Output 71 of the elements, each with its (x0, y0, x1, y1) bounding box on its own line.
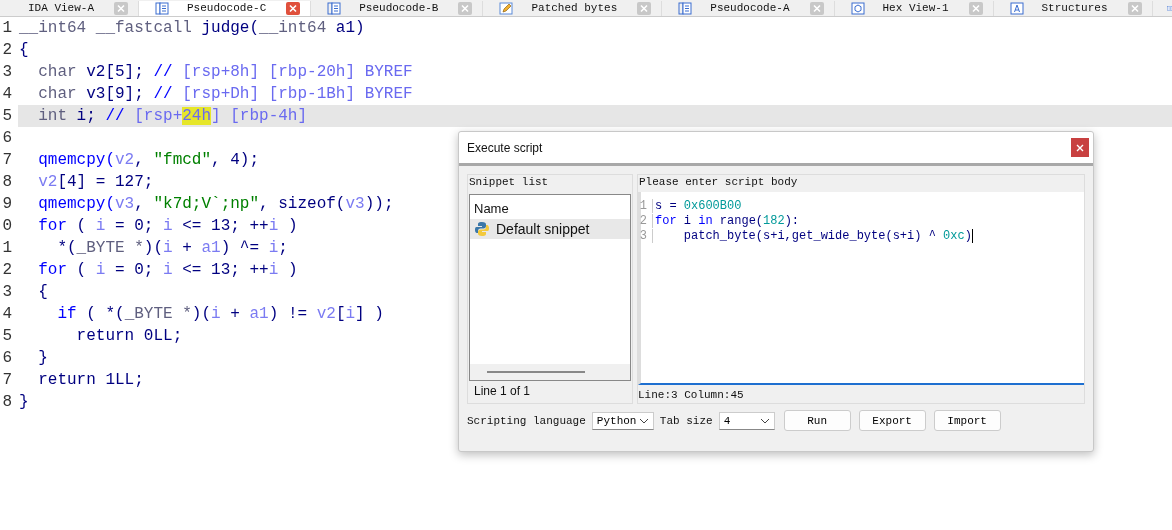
code-line: qmemcpy(v2, "fmcd", 4); (37, 151, 260, 169)
status-text: Line:3 Column:45 (638, 388, 745, 403)
document-icon (678, 1, 693, 15)
snippet-list-label: Snippet list (468, 175, 550, 190)
code-line: qmemcpy(v3, "k7d;V`;np", sizeof(v3)); (37, 195, 394, 213)
script-body-label: Please enter script body (638, 175, 799, 190)
python-icon (474, 221, 490, 237)
code-line: return 1LL; (37, 371, 144, 389)
dialog-title: Execute script (467, 140, 543, 155)
code-line: return 0LL; (75, 327, 183, 345)
code-line: { (37, 283, 48, 301)
tab[interactable]: IDA View-A (0, 0, 139, 16)
dialog-button[interactable]: Run (783, 410, 851, 431)
line-number: 2 (638, 213, 653, 228)
code-line: if ( *(_BYTE *)(i + a1) != v2[i] ) (56, 305, 384, 323)
code-line: } (18, 393, 29, 411)
tab-size-label: Tab size (659, 414, 713, 427)
tab[interactable]: Pseudocode-A (662, 0, 835, 16)
chevron-down-icon (759, 417, 770, 424)
code-line: char v3[9]; // [rsp+Dh] [rbp-1Bh] BYREF (37, 85, 413, 103)
code-line: *(_BYTE *)(i + a1) ^= i; (56, 239, 288, 257)
close-icon[interactable] (1127, 1, 1142, 15)
code-line: } (37, 349, 48, 367)
line-number: 3 (638, 228, 653, 243)
tab[interactable]: Pseudocode-C (139, 0, 312, 16)
code-line: v2[4] = 127; (37, 173, 154, 191)
tab-label: Pseudocode-C (186, 1, 268, 15)
code-line: for i in range(182): (654, 213, 800, 228)
line-number: 1 (638, 198, 653, 213)
column-header: Name (473, 200, 510, 218)
document-icon (327, 1, 342, 15)
close-icon[interactable] (968, 1, 983, 15)
code-line: { (18, 41, 29, 59)
structure-icon (1009, 1, 1024, 15)
tab-label: IDA View-A (27, 1, 95, 15)
language-dropdown[interactable]: Python (591, 411, 654, 430)
code-line: patch_byte(s+i,get_wide_byte(s+i) ^ 0xc) (682, 228, 973, 243)
code-line: __int64 __fastcall judge(__int64 a1) (18, 19, 365, 37)
code-line: for ( i = 0; i <= 13; ++i ) (37, 261, 298, 279)
code-line: s = 0x600B00 (654, 198, 742, 213)
pencil-icon (499, 1, 514, 15)
tab[interactable]: Structures (993, 0, 1153, 16)
close-icon[interactable] (809, 1, 824, 15)
code-line: char v2[5]; // [rsp+8h] [rbp-20h] BYREF (37, 63, 413, 81)
script-editor[interactable]: 1 s = 0x600B00 2 for i in range(182): 3 patch_byte(s+i,get_wide_byte(s+i) ^ 0xc) (638, 192, 1084, 385)
dialog-button[interactable]: Import (933, 410, 1001, 431)
horizontal-scrollbar[interactable] (470, 364, 630, 380)
code-line: int i; // [rsp+24h] [rbp-4h] (37, 107, 308, 125)
scripting-language-label: Scripting language (467, 414, 586, 427)
tab-size-dropdown[interactable]: 4 (718, 411, 775, 430)
tab[interactable]: Patched bytes (483, 0, 663, 16)
tab[interactable]: Pseudocode-B (311, 0, 484, 16)
close-icon[interactable] (637, 1, 652, 15)
close-icon[interactable] (286, 1, 301, 15)
code-line: for ( i = 0; i <= 13; ++i ) (37, 217, 298, 235)
tab-label: Hex View-1 (881, 1, 950, 15)
close-icon[interactable] (458, 1, 473, 15)
snippet-item[interactable]: Default snippet (470, 219, 630, 239)
line-number: 5 (0, 105, 18, 127)
tab-label: Pseudocode-B (358, 1, 440, 15)
dialog-button[interactable]: Export (858, 410, 926, 431)
close-icon[interactable] (114, 1, 128, 15)
chevron-down-icon (638, 417, 649, 424)
tab-label: Patched bytes (530, 1, 619, 15)
tab-label: Structures (1040, 1, 1109, 15)
status-text: Line 1 of 1 (473, 383, 532, 400)
tab[interactable]: Hex View-1 (834, 0, 994, 16)
tab-label: Pseudocode-A (709, 1, 791, 15)
close-button[interactable] (1071, 138, 1089, 157)
close-icon (1076, 143, 1084, 152)
document-icon (155, 1, 169, 15)
